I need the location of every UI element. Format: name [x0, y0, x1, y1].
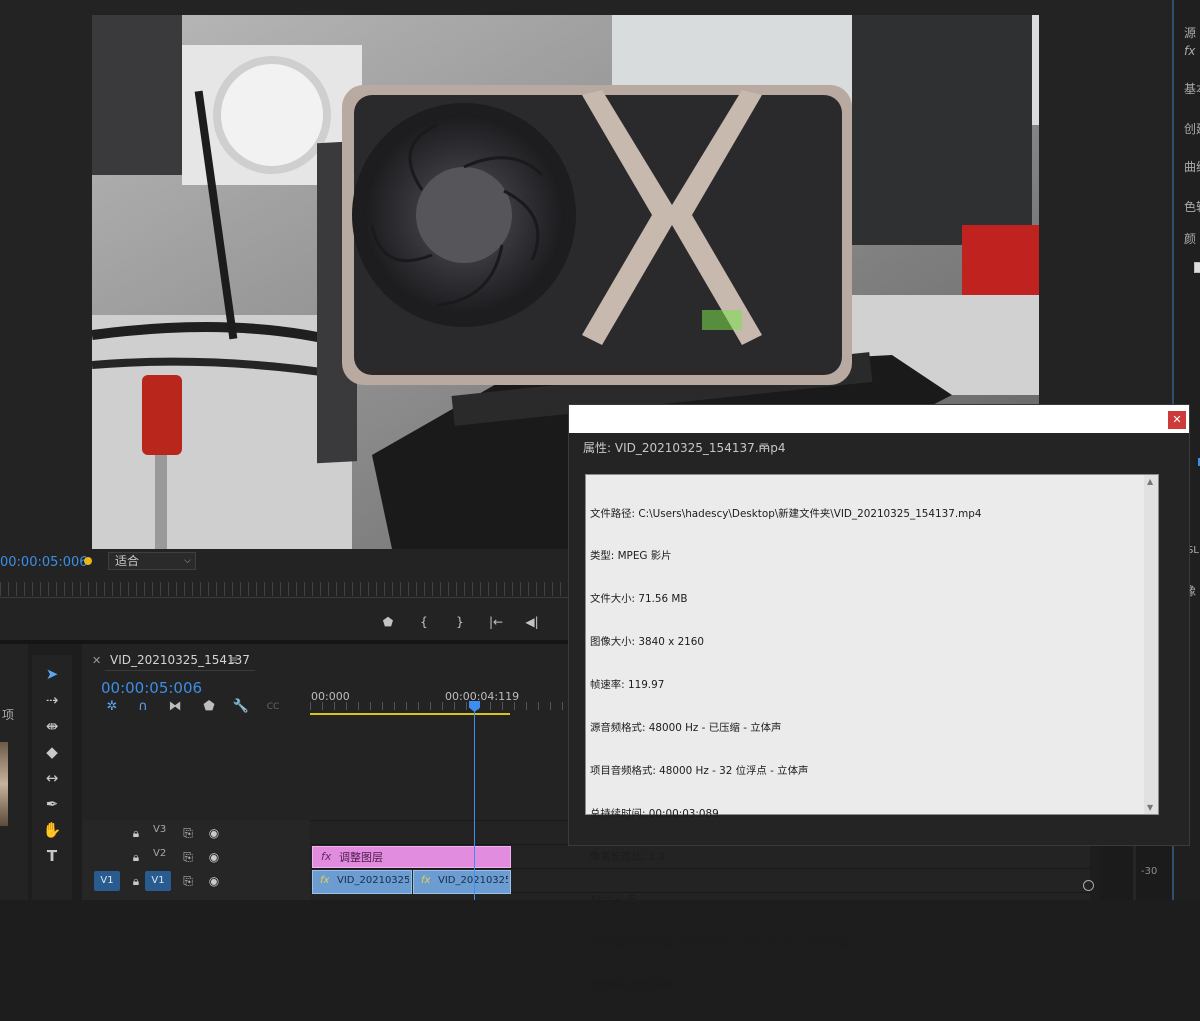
- track-v3: 🔒︎ V3 ⎘ ◉: [82, 821, 310, 845]
- track-name: V2: [153, 848, 167, 859]
- panel-menu-icon[interactable]: ≡: [759, 439, 769, 453]
- ripple-edit-tool-icon[interactable]: ⇼: [40, 715, 64, 737]
- close-icon[interactable]: ✕: [92, 654, 101, 667]
- basic-section-label[interactable]: 基本: [1184, 80, 1200, 97]
- work-area-bar[interactable]: [310, 713, 510, 715]
- property-line: 图像大小: 3840 x 2160: [590, 636, 705, 649]
- eye-icon[interactable]: ◉: [204, 872, 224, 890]
- fx-icon: fx: [321, 850, 332, 863]
- track-v1: V1 🔒︎ V1 ⎘ ◉: [82, 869, 310, 893]
- sync-lock-icon[interactable]: ⎘: [178, 824, 198, 842]
- playhead-marker-icon: [84, 557, 92, 565]
- add-marker-icon[interactable]: ⬟: [200, 699, 218, 715]
- razor-tool-icon[interactable]: ◆: [40, 741, 64, 763]
- monitor-timecode[interactable]: 00:00:05:006: [0, 555, 88, 570]
- video-clip[interactable]: fx VID_20210325_15: [312, 870, 412, 894]
- property-line: 帧速率: 119.97: [590, 679, 665, 692]
- dialog-titlebar[interactable]: [569, 405, 1189, 433]
- zoom-fit-select[interactable]: 适合 ⌵: [108, 552, 196, 570]
- linked-selection-icon[interactable]: ⧓: [166, 699, 184, 715]
- mark-in-icon[interactable]: {: [406, 612, 442, 632]
- property-line: 类型: MPEG 影片: [590, 550, 672, 563]
- track-name: V3: [153, 824, 167, 835]
- video-clip[interactable]: fx VID_20210325_1: [413, 870, 511, 894]
- track-target-button[interactable]: V1: [145, 871, 171, 891]
- meter-scale-label: -30: [1141, 866, 1158, 877]
- project-thumbnail[interactable]: [0, 742, 8, 826]
- properties-lines: 文件路径: C:\Users\hadescy\Desktop\新建文件夹\VID…: [590, 478, 982, 1021]
- property-line: 项目音频格式: 48000 Hz - 32 位浮点 - 立体声: [590, 764, 809, 777]
- tools-panel: ➤ ⇢ ⇼ ◆ ↔ ✒ ✋ T: [32, 655, 72, 900]
- fx-icon[interactable]: fx: [1184, 44, 1200, 58]
- checkbox[interactable]: [1194, 262, 1200, 273]
- lock-icon[interactable]: 🔒︎: [126, 848, 146, 866]
- mark-out-icon[interactable]: }: [442, 612, 478, 632]
- eye-icon[interactable]: ◉: [204, 824, 224, 842]
- lock-icon[interactable]: 🔒︎: [126, 872, 146, 890]
- source-patch-button[interactable]: V1: [94, 871, 120, 891]
- zoom-scroll-handle[interactable]: [1083, 880, 1094, 891]
- timeline-timecode[interactable]: 00:00:05:006: [101, 679, 202, 697]
- source-tab-label[interactable]: 源: [1184, 24, 1200, 41]
- track-select-tool-icon[interactable]: ⇢: [40, 689, 64, 711]
- step-back-icon[interactable]: ◀|: [514, 612, 550, 632]
- dialog-title: 属性: VID_20210325_154137.mp4: [583, 441, 786, 455]
- type-tool-icon[interactable]: T: [40, 845, 64, 867]
- property-line: 视频编解码器类型: MP4/MOV H.264 4:2:0 （完整范围）: [590, 936, 860, 949]
- color-label: 颜: [1184, 232, 1197, 246]
- nest-toggle-icon[interactable]: ✲: [103, 699, 121, 715]
- close-button[interactable]: ✕: [1168, 411, 1186, 429]
- zoom-fit-value: 适合: [115, 554, 140, 568]
- sync-lock-icon[interactable]: ⎘: [178, 848, 198, 866]
- property-line: 总持续时间: 00:00:03:089: [590, 807, 719, 820]
- properties-dialog: ✕ 属性: VID_20210325_154137.mp4 ≡ 文件路径: C:…: [568, 404, 1190, 991]
- hand-tool-icon[interactable]: ✋: [40, 819, 64, 841]
- tab-menu-icon[interactable]: ≡: [228, 653, 238, 667]
- property-line: 文件大小: 71.56 MB: [590, 593, 688, 606]
- eye-icon[interactable]: ◉: [204, 848, 224, 866]
- selection-tool-icon[interactable]: ➤: [40, 663, 64, 685]
- project-label: 项: [2, 708, 15, 722]
- tab-underline: [105, 670, 255, 671]
- scroll-down-icon[interactable]: ▼: [1147, 803, 1153, 812]
- properties-text-area[interactable]: 文件路径: C:\Users\hadescy\Desktop\新建文件夹\VID…: [585, 474, 1159, 991]
- property-line: 检测到可变帧速率: [590, 979, 674, 992]
- lock-icon[interactable]: 🔒︎: [126, 824, 146, 842]
- track-v2: 🔒︎ V2 ⎘ ◉: [82, 845, 310, 869]
- clip-label: 调整图层: [339, 851, 383, 864]
- property-line: 像素长宽比: 1.0: [590, 850, 666, 863]
- clip-label: VID_20210325_15: [337, 875, 409, 886]
- creative-section-label[interactable]: 创建: [1184, 120, 1200, 137]
- wrench-icon[interactable]: 🔧: [232, 699, 250, 715]
- go-to-in-icon[interactable]: |←: [478, 612, 514, 632]
- clip-label: VID_20210325_1: [438, 875, 508, 886]
- playhead-line[interactable]: [474, 704, 475, 900]
- slip-tool-icon[interactable]: ↔: [40, 767, 64, 789]
- color-wheels-section-label[interactable]: 色轮: [1184, 198, 1200, 215]
- snap-icon[interactable]: ∩: [134, 699, 152, 715]
- transport-controls: ⬟ { } |← ◀|: [370, 612, 550, 632]
- adjustment-layer-clip[interactable]: fx 调整图层: [312, 846, 511, 868]
- chevron-down-icon: ⌵: [184, 556, 191, 566]
- property-line: 文件路径: C:\Users\hadescy\Desktop\新建文件夹\VID…: [590, 507, 982, 520]
- fx-icon: fx: [421, 875, 431, 886]
- fx-icon: fx: [320, 875, 330, 886]
- pen-tool-icon[interactable]: ✒: [40, 793, 64, 815]
- scroll-up-icon[interactable]: ▲: [1147, 477, 1153, 486]
- captions-icon[interactable]: CC: [264, 699, 282, 715]
- scrollbar[interactable]: ▲ ▼: [1144, 475, 1158, 814]
- curves-section-label[interactable]: 曲线: [1184, 158, 1200, 175]
- add-marker-icon[interactable]: ⬟: [370, 612, 406, 632]
- property-line: 源音频格式: 48000 Hz - 已压缩 - 立体声: [590, 722, 782, 735]
- sync-lock-icon[interactable]: ⎘: [178, 872, 198, 890]
